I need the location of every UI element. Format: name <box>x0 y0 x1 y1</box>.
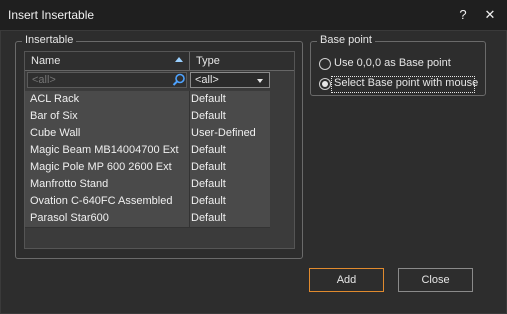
type-filter-value: <all> <box>195 74 219 86</box>
column-divider <box>189 125 190 142</box>
row-type: Default <box>191 178 226 190</box>
row-type: Default <box>191 161 226 173</box>
row-name: Parasol Star600 <box>30 212 109 224</box>
table-row[interactable]: Cube Wall User-Defined <box>25 125 270 143</box>
column-header-type[interactable]: Type <box>190 52 276 70</box>
add-button[interactable]: Add <box>309 268 384 292</box>
type-filter-select[interactable]: <all> <box>190 72 270 88</box>
radio-button-checked[interactable] <box>319 78 331 90</box>
chevron-down-icon <box>257 79 263 83</box>
sort-ascending-icon <box>175 57 183 62</box>
column-divider <box>189 210 190 227</box>
row-type: Default <box>191 195 226 207</box>
help-button[interactable]: ? <box>454 6 472 24</box>
focus-rectangle <box>331 76 475 93</box>
row-type: Default <box>191 110 226 122</box>
table-row[interactable]: Ovation C-640FC Assembled Default <box>25 193 270 211</box>
row-type: Default <box>191 212 226 224</box>
title-bar: Insert Insertable ? ✕ <box>0 0 507 30</box>
row-type: User-Defined <box>191 127 256 139</box>
column-divider <box>189 91 190 108</box>
name-filter-input[interactable] <box>27 72 187 88</box>
table-header: Name Type <box>25 52 294 71</box>
close-button[interactable]: Close <box>398 268 473 292</box>
filter-row: <all> <box>25 71 294 90</box>
radio-use-origin-label: Use 0,0,0 as Base point <box>334 57 451 69</box>
table-row[interactable]: Parasol Star600 Default <box>25 210 270 228</box>
insertable-table: Name Type <all> ACL Rack Default Bar of … <box>24 51 295 249</box>
insertable-group-label: Insertable <box>22 34 77 46</box>
row-name: Manfrotto Stand <box>30 178 109 190</box>
row-name: ACL Rack <box>30 93 80 105</box>
row-name: Magic Pole MP 600 2600 Ext <box>30 161 172 173</box>
table-row[interactable]: Magic Pole MP 600 2600 Ext Default <box>25 159 270 177</box>
row-name: Cube Wall <box>30 127 81 139</box>
column-divider <box>189 176 190 193</box>
column-divider <box>189 108 190 125</box>
row-type: Default <box>191 93 226 105</box>
radio-button-unchecked[interactable] <box>319 58 331 70</box>
column-header-type-label: Type <box>196 55 220 67</box>
column-divider <box>189 159 190 176</box>
search-icon[interactable] <box>172 73 186 87</box>
table-row[interactable]: Manfrotto Stand Default <box>25 176 270 194</box>
radio-use-origin[interactable]: Use 0,0,0 as Base point <box>319 56 489 72</box>
table-row[interactable]: Bar of Six Default <box>25 108 270 126</box>
table-row[interactable]: ACL Rack Default <box>25 91 270 109</box>
row-type: Default <box>191 144 226 156</box>
table-row[interactable]: Magic Beam MB14004700 Ext Default <box>25 142 270 160</box>
row-name: Ovation C-640FC Assembled <box>30 195 173 207</box>
close-window-button[interactable]: ✕ <box>481 6 499 24</box>
column-divider <box>189 142 190 159</box>
column-header-name-label: Name <box>31 55 61 67</box>
window-title: Insert Insertable <box>8 8 95 22</box>
column-divider <box>189 193 190 210</box>
row-name: Magic Beam MB14004700 Ext <box>30 144 179 156</box>
base-point-group-label: Base point <box>317 34 375 46</box>
row-name: Bar of Six <box>30 110 78 122</box>
column-header-name[interactable]: Name <box>25 52 190 70</box>
